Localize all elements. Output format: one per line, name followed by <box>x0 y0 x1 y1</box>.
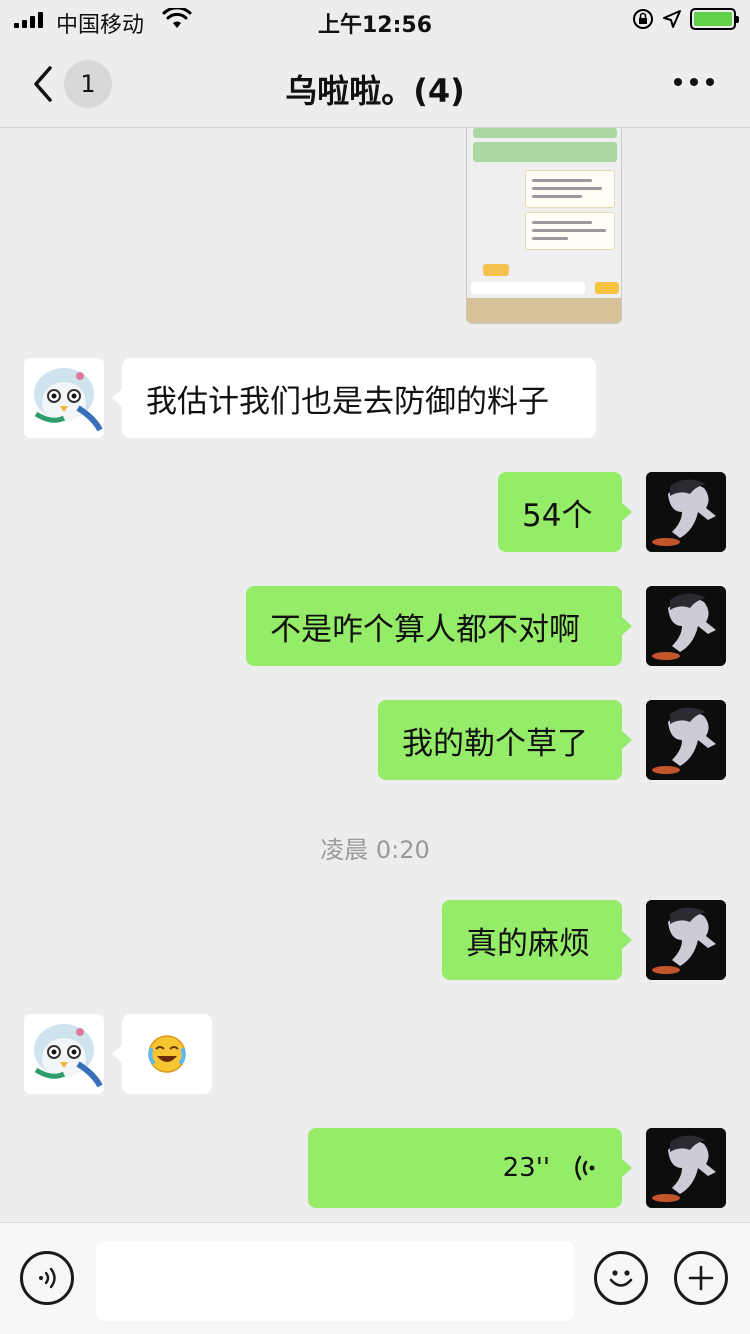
status-right-group <box>632 8 739 30</box>
chat-header: 1 乌啦啦。(4) <box>0 40 750 128</box>
my-avatar[interactable] <box>646 700 726 780</box>
smiley-icon <box>609 1270 633 1287</box>
voice-duration: 23'' <box>502 1153 550 1183</box>
chat-title: 乌啦啦。(4) <box>285 72 465 110</box>
message-timestamp: 凌晨 0:20 <box>320 836 430 864</box>
voice-input-icon <box>39 1267 56 1289</box>
status-bar: 中国移动 上午12:56 <box>0 0 750 40</box>
voice-wave-icon <box>575 1155 595 1181</box>
voice-message-bubble[interactable]: 23'' <box>308 1128 632 1208</box>
battery-icon <box>690 8 739 30</box>
shared-screenshot-image[interactable] <box>466 128 622 324</box>
plus-icon <box>688 1265 714 1291</box>
my-avatar[interactable] <box>646 900 726 980</box>
voice-input-toggle-button[interactable] <box>20 1251 74 1305</box>
crying-laughing-emoji-icon <box>148 1035 186 1073</box>
orientation-lock-icon <box>633 9 653 29</box>
message-bubble-incoming-emoji[interactable] <box>112 1014 212 1094</box>
message-bubble-incoming[interactable]: 我估计我们也是去防御的料子 <box>112 358 596 438</box>
message-bubble-outgoing[interactable]: 54个 <box>498 472 632 552</box>
friend-avatar[interactable] <box>24 358 104 438</box>
emoji-button[interactable] <box>594 1251 648 1305</box>
friend-avatar[interactable] <box>24 1014 104 1094</box>
my-avatar[interactable] <box>646 586 726 666</box>
message-bubble-outgoing[interactable]: 不是咋个算人都不对啊 <box>246 586 632 666</box>
add-more-button[interactable] <box>674 1251 728 1305</box>
my-avatar[interactable] <box>646 472 726 552</box>
more-options-icon[interactable] <box>674 78 714 86</box>
message-bubble-outgoing[interactable]: 我的勒个草了 <box>378 700 632 780</box>
message-bubble-outgoing[interactable]: 真的麻烦 <box>442 900 632 980</box>
my-avatar[interactable] <box>646 1128 726 1208</box>
input-bar <box>0 1222 750 1334</box>
message-input[interactable] <box>96 1241 574 1321</box>
location-icon <box>663 10 681 28</box>
